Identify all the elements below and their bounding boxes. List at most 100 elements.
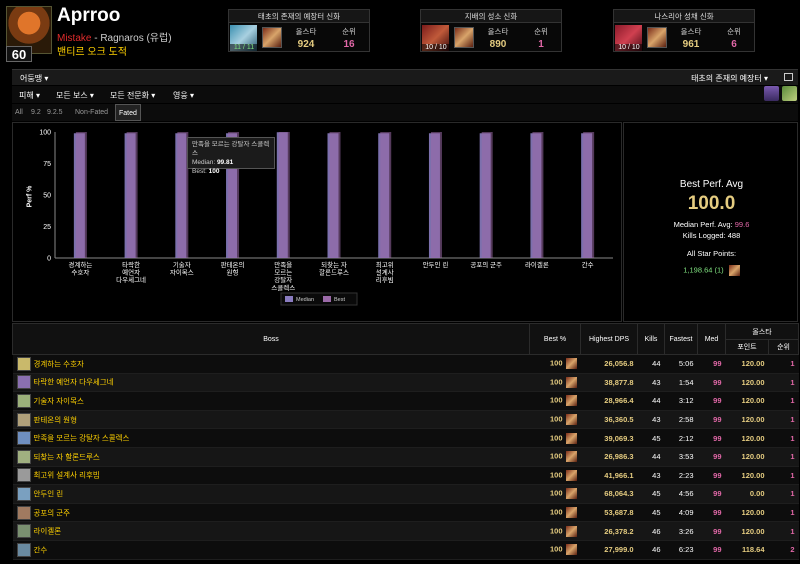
tab-fated[interactable]: Fated: [115, 104, 141, 121]
raid-card-sanctum[interactable]: 지배의 성소 신화 10 / 10 올스타 890 순위 1: [420, 9, 562, 52]
boss-cell[interactable]: 최고위 설계사 리후빔: [12, 466, 530, 486]
kills-value: 43: [637, 466, 665, 486]
boss-name: 간수: [33, 545, 48, 555]
tab-9-2[interactable]: 9.2: [28, 104, 44, 121]
raid-icon: 10 / 10: [615, 25, 643, 51]
table-row[interactable]: 라이겔론 100 26,378.2 46 3:26 99 120.00 1: [12, 521, 799, 541]
best-value: 100: [549, 414, 563, 424]
boss-cell[interactable]: 되찾는 자 할론드루스: [12, 447, 530, 467]
boss-cell[interactable]: 라이겔론: [12, 521, 530, 541]
boss-cell[interactable]: 공포의 군주: [12, 503, 530, 523]
points-value: 0.00: [725, 484, 769, 504]
boss-cell[interactable]: 경계하는 수호자: [12, 354, 530, 374]
x-tick-label: 판테온의: [221, 260, 245, 269]
med-value: 99: [697, 447, 726, 467]
kills-logged-row: Kills Logged: 488: [624, 231, 799, 240]
x-tick-label: 라이겔론: [525, 260, 549, 269]
table-row[interactable]: 간수 100 27,999.0 46 6:23 99 118.64 2: [12, 540, 799, 560]
spec-icon: [565, 395, 577, 407]
boss-cell[interactable]: 기술자 자이목스: [12, 391, 530, 411]
x-tick-label: 모르는: [274, 269, 292, 277]
boss-cell[interactable]: 타락한 예언자 다우세그네: [12, 373, 530, 393]
col-header-fastest[interactable]: Fastest: [664, 323, 698, 355]
raid-card-sepulcher[interactable]: 태초의 존재의 예장터 신화 11 / 11 올스타 924 순위 16: [228, 9, 370, 52]
col-header-med[interactable]: Med: [697, 323, 726, 355]
col-header-dps[interactable]: Highest DPS: [580, 323, 638, 355]
rank-value: 2: [768, 540, 799, 560]
fastest-value: 3:26: [664, 521, 698, 541]
tab-non-fated[interactable]: Non-Fated: [72, 104, 111, 121]
table-row[interactable]: 기술자 자이목스 100 28,966.4 44 3:12 99 120.00 1: [12, 391, 799, 411]
points-value: 120.00: [725, 428, 769, 448]
metric-zone-bar: 어둠땡 ▾ 태초의 존재의 예장터 ▾: [12, 69, 798, 85]
menu-all-specs[interactable]: 모든 전문화 ▾: [110, 90, 155, 101]
table-row[interactable]: 공포의 군주 100 53,687.8 45 4:09 99 120.00 1: [12, 503, 799, 523]
allstar-label: 올스타: [295, 27, 317, 36]
boss-cell[interactable]: 안두인 린: [12, 484, 530, 504]
boss-cell[interactable]: 만족을 모르는 강탈자 스콜렉스: [12, 428, 530, 448]
fastest-value: 2:58: [664, 410, 698, 430]
menu-label: 모든 보스: [56, 91, 88, 100]
bar-best: [481, 132, 493, 258]
filter-menu-bar: 피해 ▾ 모든 보스 ▾ 모든 전문화 ▾ 영웅 ▾: [12, 86, 798, 103]
best-cell: 100: [529, 484, 581, 504]
boss-icon: [16, 375, 31, 390]
table-row[interactable]: 만족을 모르는 강탈자 스콜렉스 100 39,069.3 45 2:12 99 120.0…: [12, 428, 799, 448]
boss-name: 되찾는 자 할론드루스: [33, 452, 100, 462]
points-value: 120.00: [725, 521, 769, 541]
character-name: Aprroo: [57, 5, 121, 26]
dps-value: 26,986.3: [580, 447, 638, 467]
boss-cell[interactable]: 판테온의 원형: [12, 410, 530, 430]
raid-icon: 10 / 10: [422, 25, 450, 51]
rank-value: 1: [538, 39, 544, 50]
chart-toggle-icon[interactable]: [764, 86, 779, 101]
talent-icon[interactable]: [782, 86, 797, 101]
menu-all-bosses[interactable]: 모든 보스 ▾: [56, 90, 94, 101]
table-row[interactable]: 경계하는 수호자 100 26,056.8 44 5:06 99 120.00 1: [12, 354, 799, 374]
menu-difficulty[interactable]: 영웅 ▾: [173, 90, 194, 101]
tab-all[interactable]: All: [12, 104, 26, 121]
rank-value: 1: [768, 410, 799, 430]
table-row[interactable]: 최고위 설계사 리후빔 100 41,966.1 43 2:23 99 120.00 1: [12, 466, 799, 486]
best-value: 100: [549, 470, 563, 480]
raid-card-title: 나스리아 성채 신화: [614, 10, 754, 23]
tooltip-best-label: Best:: [192, 168, 207, 175]
points-value: 120.00: [725, 447, 769, 467]
table-row[interactable]: 판테온의 원형 100 36,360.5 43 2:58 99 120.00 1: [12, 410, 799, 430]
x-tick-label: 기술자: [173, 260, 191, 269]
table-row[interactable]: 안두인 린 100 68,064.3 45 4:56 99 0.00 1: [12, 484, 799, 504]
spec-icon: [565, 414, 577, 426]
raid-card-nathria[interactable]: 나스리아 성채 신화 10 / 10 올스타 961 순위 6: [613, 9, 755, 52]
med-value: 99: [697, 391, 726, 411]
zone-dropdown[interactable]: 태초의 존재의 예장터 ▾: [691, 73, 768, 84]
menu-damage[interactable]: 피해 ▾: [19, 90, 40, 101]
boss-name: 기술자 자이목스: [33, 396, 84, 406]
kills-value: 44: [637, 354, 665, 374]
menu-label: 모든 전문화: [110, 91, 150, 100]
allstar-points-row: 1,198.64 (1): [624, 265, 799, 276]
perf-chart: 0 25 50 75 100 경계하는수호자 타락한예언자다우세그네 기술자자이목스 판테온의원…: [39, 130, 613, 306]
tab-9-2-5[interactable]: 9.2.5: [44, 104, 66, 121]
rank-value: 1: [768, 503, 799, 523]
col-header-points[interactable]: 포인트: [725, 339, 769, 355]
col-header-kills[interactable]: Kills: [637, 323, 665, 355]
boss-name: 만족을 모르는 강탈자 스콜렉스: [33, 433, 130, 443]
boss-name: 경계하는 수호자: [33, 359, 84, 369]
rank-value: 1: [768, 521, 799, 541]
popout-icon[interactable]: [784, 73, 793, 81]
table-row[interactable]: 되찾는 자 할론드루스 100 26,986.3 44 3:53 99 120.00 1: [12, 447, 799, 467]
spec-icon: [565, 525, 577, 537]
table-row[interactable]: 타락한 예언자 다우세그네 100 38,877.8 43 1:54 99 120.00 1: [12, 373, 799, 393]
dps-value: 26,378.2: [580, 521, 638, 541]
col-header-boss[interactable]: Boss: [12, 323, 530, 355]
fastest-value: 3:53: [664, 447, 698, 467]
rank-label: 순위: [534, 27, 548, 36]
col-header-rank[interactable]: 순위: [767, 339, 800, 355]
metric-dropdown[interactable]: 어둠땡 ▾: [20, 73, 48, 84]
rank-value: 1: [768, 466, 799, 486]
menu-label: 피해: [19, 91, 34, 100]
col-header-best[interactable]: Best %: [529, 323, 581, 355]
profile-header: 60 Aprroo Mistake - Ragnaros (유럽) 밴티르 오크…: [0, 0, 800, 62]
boss-cell[interactable]: 간수: [12, 540, 530, 560]
spec-icon: [728, 265, 740, 276]
